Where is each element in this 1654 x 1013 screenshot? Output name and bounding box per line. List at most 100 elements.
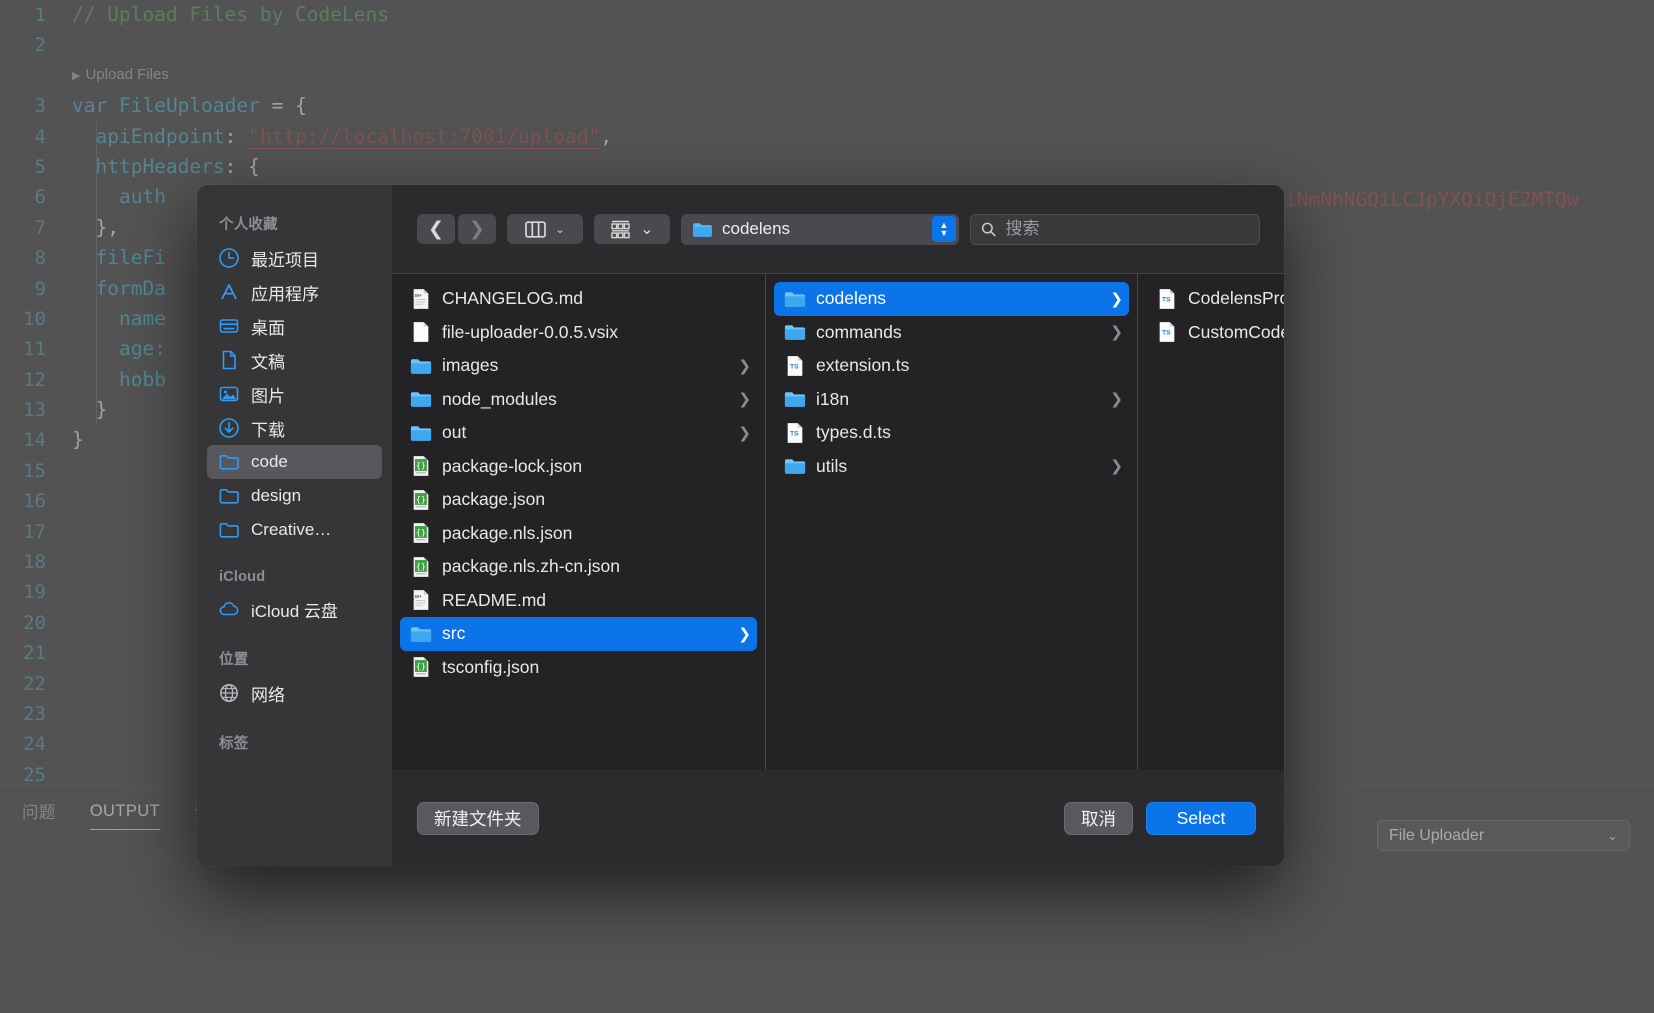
file-row[interactable]: TS CustomCodelens.ts xyxy=(1146,316,1284,350)
new-folder-button[interactable]: 新建文件夹 xyxy=(417,801,539,835)
folder-icon xyxy=(784,291,806,307)
sidebar-section-title: 标签 xyxy=(219,736,249,752)
open-file-dialog[interactable]: 个人收藏 最近项目 应用程序 桌面 文稿 图片 下载 code design Creative… i… xyxy=(197,185,1284,866)
indent-guide xyxy=(96,364,97,396)
svg-text:TS: TS xyxy=(790,363,799,370)
file-name: extension.ts xyxy=(816,355,910,376)
typescript-file-icon: TS xyxy=(1159,322,1175,343)
line-number: . xyxy=(0,61,72,91)
svg-text:{}: {} xyxy=(416,527,426,537)
folder-icon xyxy=(410,425,432,441)
sidebar-item-label: 图片 xyxy=(251,386,285,406)
sidebar-item-label: 桌面 xyxy=(251,318,285,338)
cancel-button[interactable]: 取消 xyxy=(1064,801,1133,835)
file-row[interactable]: {} package.nls.json xyxy=(400,517,757,551)
line-number: 10 xyxy=(23,307,46,330)
file-row[interactable]: file-uploader-0.0.5.vsix xyxy=(400,316,757,350)
indent-guide xyxy=(96,182,97,213)
svg-text:TS: TS xyxy=(1162,296,1171,303)
code-text: formDa xyxy=(72,273,166,304)
code-text: } xyxy=(72,395,107,426)
pictures-icon xyxy=(219,386,239,402)
file-name: i18n xyxy=(816,388,850,409)
svg-text:{}: {} xyxy=(416,494,426,504)
sidebar-item-label: code xyxy=(251,452,288,471)
codelens-link[interactable]: ▶ Upload Files xyxy=(72,60,169,91)
file-row[interactable]: i18n ❯ xyxy=(774,383,1129,417)
sidebar-item-图片[interactable]: 图片 xyxy=(207,377,382,411)
indent-guide xyxy=(96,273,97,304)
folder-icon xyxy=(410,358,432,374)
chevron-right-icon: ❯ xyxy=(738,391,751,409)
line-number: 11 xyxy=(23,338,46,361)
triangle-right-icon: ▶ xyxy=(72,70,81,83)
chevron-down-icon: ⌄ xyxy=(555,223,565,236)
sidebar-item-应用程序[interactable]: 应用程序 xyxy=(207,275,382,309)
chevron-right-icon: ❯ xyxy=(1110,324,1123,342)
json-file-icon: {} xyxy=(413,523,429,544)
dialog-main: ❮ ❯ ⌄ ⌄ codelens ▲ ▼ 搜索 M+ CHANGELOG.md … xyxy=(392,185,1284,866)
chevron-right-icon: ❯ xyxy=(1110,290,1123,308)
output-channel-select[interactable]: File Uploader ⌄ xyxy=(1377,820,1630,851)
typescript-file-icon: TS xyxy=(787,422,803,443)
new-folder-label: 新建文件夹 xyxy=(434,808,522,829)
select-button[interactable]: Select xyxy=(1146,801,1256,835)
file-row[interactable]: out ❯ xyxy=(400,416,757,450)
sidebar-item-文稿[interactable]: 文稿 xyxy=(207,343,382,377)
indent-guide xyxy=(96,243,97,274)
folder-icon xyxy=(410,626,432,642)
sidebar-item-桌面[interactable]: 桌面 xyxy=(207,309,382,343)
sidebar-item-creative[interactable]: Creative… xyxy=(207,513,382,547)
file-row[interactable]: utils ❯ xyxy=(774,450,1129,484)
file-row[interactable]: {} package.json xyxy=(400,483,757,517)
search-input[interactable] xyxy=(1005,219,1249,239)
line-number: 6 xyxy=(34,186,46,209)
sidebar-item-icloud云盘[interactable]: iCloud 云盘 xyxy=(207,592,382,626)
back-button[interactable]: ❮ xyxy=(417,214,455,244)
path-stepper-icon[interactable]: ▲ ▼ xyxy=(932,216,956,242)
path-popup-button[interactable]: codelens ▲ ▼ xyxy=(681,213,959,245)
chevron-right-icon: ❯ xyxy=(738,625,751,643)
line-number: 7 xyxy=(34,216,46,239)
file-row[interactable]: TS extension.ts xyxy=(774,349,1129,383)
code-line: 3 var FileUploader = { xyxy=(0,91,1654,121)
tab-problems[interactable]: 问题 xyxy=(22,786,56,836)
file-row[interactable]: src ❯ xyxy=(400,617,757,651)
file-row[interactable]: node_modules ❯ xyxy=(400,383,757,417)
sidebar-item-网络[interactable]: 网络 xyxy=(207,676,382,710)
sidebar-item-下载[interactable]: 下载 xyxy=(207,411,382,445)
group-by-button[interactable]: ⌄ xyxy=(594,214,670,244)
view-mode-button[interactable]: ⌄ xyxy=(507,214,583,244)
file-row[interactable]: {} tsconfig.json xyxy=(400,651,757,685)
sidebar-item-design[interactable]: design xyxy=(207,479,382,513)
svg-text:M+: M+ xyxy=(415,594,422,600)
file-row[interactable]: M+ README.md xyxy=(400,584,757,618)
line-number: 9 xyxy=(34,277,46,300)
apps-icon xyxy=(221,284,237,300)
json-file-icon: {} xyxy=(413,556,429,577)
forward-button[interactable]: ❯ xyxy=(458,214,496,244)
sidebar-item-最近项目[interactable]: 最近项目 xyxy=(207,241,382,275)
file-row[interactable]: M+ CHANGELOG.md xyxy=(400,282,757,316)
file-row[interactable]: TS CodelensProvider.ts xyxy=(1146,282,1284,316)
line-number: 18 xyxy=(23,551,46,574)
sidebar-item-label: 下载 xyxy=(251,420,285,440)
file-row[interactable]: {} package.nls.zh-cn.json xyxy=(400,550,757,584)
line-number: 12 xyxy=(23,368,46,391)
folder-icon xyxy=(784,325,806,341)
svg-text:{}: {} xyxy=(416,460,426,470)
sidebar-item-code[interactable]: code xyxy=(207,445,382,479)
file-row[interactable]: {} package-lock.json xyxy=(400,450,757,484)
folder-icon xyxy=(219,489,239,504)
line-number: 1 xyxy=(34,4,46,26)
tab-problems-label: 问题 xyxy=(22,804,56,822)
file-row[interactable]: TS types.d.ts xyxy=(774,416,1129,450)
footer-actions: 取消 Select xyxy=(1064,801,1256,835)
search-field[interactable] xyxy=(970,213,1260,245)
file-row[interactable]: codelens ❯ xyxy=(774,282,1129,316)
tab-output[interactable]: OUTPUT xyxy=(89,786,161,836)
file-row[interactable]: commands ❯ xyxy=(774,316,1129,350)
file-row[interactable]: images ❯ xyxy=(400,349,757,383)
sidebar-item-label: 应用程序 xyxy=(251,284,319,304)
chevron-left-icon: ❮ xyxy=(428,218,444,240)
